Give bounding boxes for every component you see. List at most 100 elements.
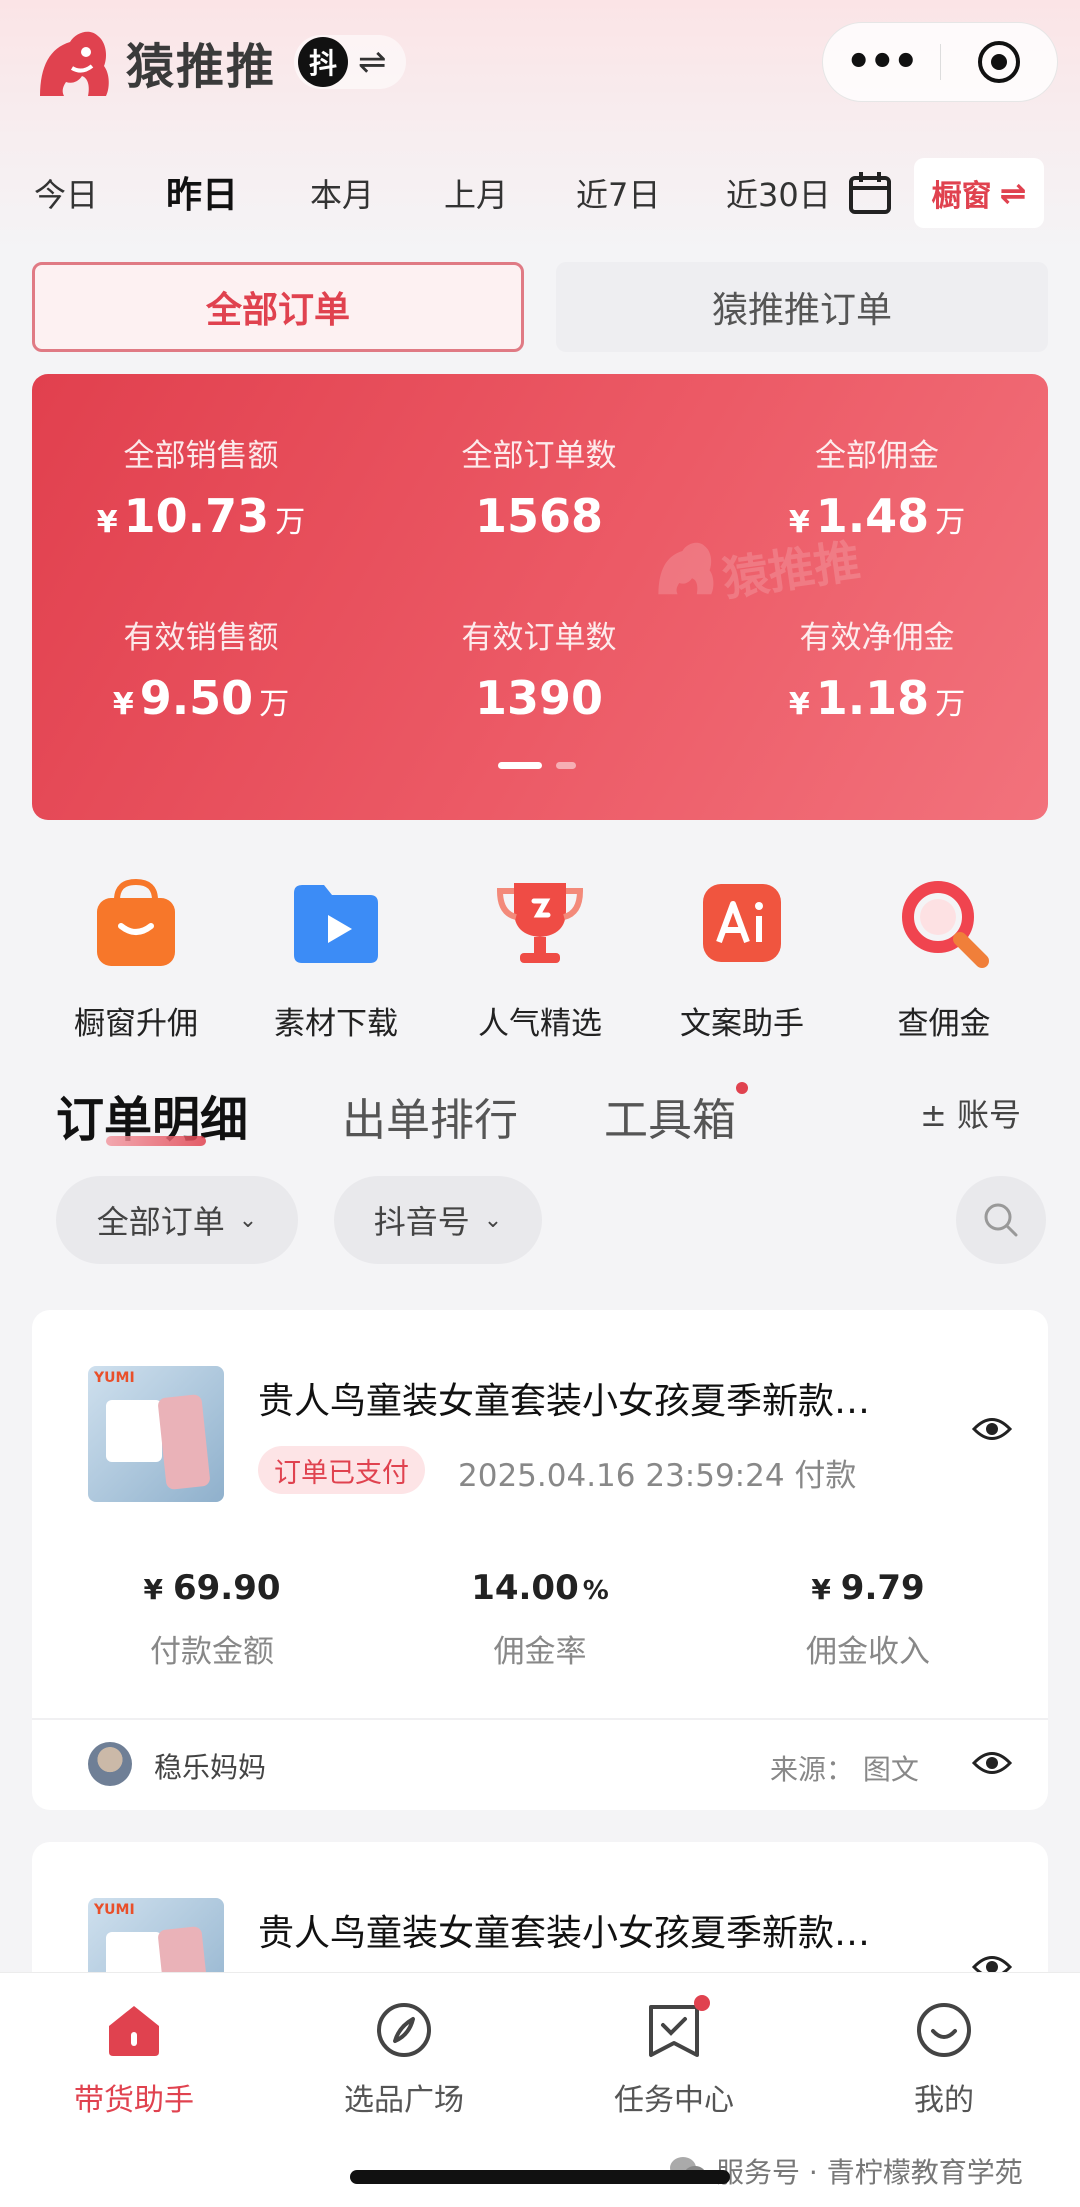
- page-indicator: [498, 762, 576, 769]
- product-title: 贵人鸟童装女童套装小女孩夏季新款…: [258, 1913, 871, 1954]
- metric-value: 14.00%: [471, 1568, 609, 1608]
- nav-label: 带货助手: [74, 2083, 194, 2118]
- calendar-icon[interactable]: [848, 170, 892, 216]
- stat-value: 1568: [474, 489, 604, 543]
- trophy-icon: [496, 883, 584, 963]
- date-tab-7days[interactable]: 近7日: [576, 170, 660, 216]
- date-tab-yesterday[interactable]: 昨日: [166, 166, 238, 218]
- tool-showcase-commission[interactable]: 橱窗升佣: [36, 870, 236, 1043]
- date-tab-this-month[interactable]: 本月: [310, 170, 374, 216]
- home-icon: [109, 2006, 159, 2056]
- more-menu-button[interactable]: •••: [823, 39, 940, 85]
- ai-icon: [703, 884, 781, 962]
- stat-label: 有效订单数: [461, 620, 617, 656]
- metric-label: 佣金收入: [806, 1634, 930, 1670]
- metric-value: ¥9.79: [811, 1568, 925, 1608]
- order-type-filter[interactable]: 全部订单 ⌄: [56, 1176, 298, 1264]
- nav-product-plaza[interactable]: 选品广场: [304, 1995, 504, 2119]
- stat-label: 全部销售额: [123, 438, 279, 474]
- eye-icon[interactable]: [972, 1748, 1012, 1778]
- stat-valid-sales: 有效销售额 ¥9.50 万: [32, 612, 370, 725]
- page-dot-active: [498, 762, 542, 769]
- tool-label: 文案助手: [680, 1006, 804, 1042]
- app-page: 猿推推 抖 ⇌ ••• 今日 昨日 本月 上月 近7日 近30日 橱窗 ⇌ 全部…: [0, 0, 1080, 2207]
- metric-commission-income: ¥9.79 佣金收入: [718, 1568, 1018, 1671]
- account-type-filter[interactable]: 抖音号 ⌄: [334, 1176, 542, 1264]
- stats-card[interactable]: 猿推推 全部销售额 ¥10.73 万 全部订单数 1568 全部佣金 ¥1.48 万…: [32, 374, 1048, 820]
- status-badge: 订单已支付: [258, 1446, 425, 1494]
- tab-all-orders[interactable]: 全部订单: [32, 262, 524, 352]
- metric-label: 付款金额: [150, 1634, 274, 1670]
- filter-label: 抖音号: [373, 1203, 470, 1241]
- order-source: 来源： 图文: [770, 1753, 919, 1786]
- stat-total-sales: 全部销售额 ¥10.73 万: [32, 430, 370, 543]
- nav-task-center[interactable]: 任务中心: [574, 1995, 774, 2119]
- tool-check-commission[interactable]: 查佣金: [844, 870, 1044, 1043]
- active-tab-underline: [106, 1136, 206, 1146]
- tool-material-download[interactable]: 素材下载: [236, 870, 436, 1043]
- compass-icon: [377, 2003, 431, 2057]
- watermark: 猿推推: [652, 534, 864, 606]
- search-button[interactable]: [956, 1176, 1046, 1264]
- tool-label: 橱窗升佣: [74, 1006, 198, 1042]
- nav-mine[interactable]: 我的: [844, 1995, 1044, 2119]
- chevron-down-icon: ⌄: [238, 1207, 258, 1233]
- avatar: [88, 1742, 132, 1786]
- product-brand-mark: YUMI: [94, 1902, 135, 1918]
- miniprogram-capsule: •••: [822, 22, 1058, 102]
- stat-total-commission: 全部佣金 ¥1.48 万: [708, 430, 1046, 543]
- stat-label: 全部订单数: [461, 438, 617, 474]
- date-tab-30days[interactable]: 近30日: [726, 170, 831, 216]
- gorilla-watermark-icon: [658, 542, 714, 595]
- tool-label: 查佣金: [897, 1006, 991, 1042]
- app-name: 猿推推: [126, 39, 277, 95]
- tab-order-ranking[interactable]: 出单排行: [342, 1084, 518, 1148]
- target-icon: [977, 41, 1020, 83]
- notification-dot: [694, 1995, 710, 2011]
- stat-value: 1390: [474, 671, 604, 725]
- shopping-bag-icon: [97, 878, 175, 966]
- stat-value: ¥1.48 万: [788, 489, 966, 543]
- tab-ytt-orders[interactable]: 猿推推订单: [556, 262, 1048, 352]
- nav-sales-assistant[interactable]: 带货助手: [34, 1995, 234, 2119]
- tab-toolbox[interactable]: 工具箱: [604, 1084, 736, 1148]
- product-title: 贵人鸟童装女童套装小女孩夏季新款…: [258, 1381, 871, 1422]
- task-icon: [649, 2005, 699, 2057]
- eye-icon[interactable]: [972, 1414, 1012, 1444]
- metric-label: 佣金率: [493, 1634, 587, 1670]
- nav-label: 我的: [914, 2083, 974, 2118]
- order-card[interactable]: YUMI 贵人鸟童装女童套装小女孩夏季新款… 订单已支付 2025.04.16 …: [32, 1310, 1048, 1810]
- product-brand-mark: YUMI: [94, 1370, 135, 1386]
- tool-label: 素材下载: [274, 1006, 398, 1042]
- order-type-tabs: 全部订单 猿推推订单: [32, 262, 1048, 354]
- product-thumbnail: YUMI: [88, 1366, 224, 1502]
- stat-value: ¥10.73 万: [96, 489, 306, 543]
- nav-label: 选品广场: [344, 2083, 464, 2118]
- footer-text: 服务号 · 青柠檬教育学苑: [716, 2156, 1023, 2189]
- nav-label: 任务中心: [614, 2083, 734, 2118]
- swap-icon: ⇌: [999, 174, 1027, 212]
- stat-label: 有效销售额: [123, 620, 279, 656]
- douyin-icon: 抖: [298, 37, 349, 87]
- date-tab-last-month[interactable]: 上月: [444, 170, 508, 216]
- account-filter-button[interactable]: ± 账号: [920, 1090, 1021, 1136]
- filters-bar: 全部订单 ⌄ 抖音号 ⌄: [0, 1176, 1080, 1266]
- platform-switcher[interactable]: 抖 ⇌: [294, 35, 407, 89]
- close-miniprogram-button[interactable]: [941, 39, 1058, 85]
- tool-copywriting-assistant[interactable]: 文案助手: [642, 870, 842, 1043]
- chevron-down-icon: ⌄: [483, 1207, 503, 1233]
- filter-label: 全部订单: [96, 1203, 225, 1241]
- date-tab-today[interactable]: 今日: [34, 170, 98, 216]
- payment-time: 2025.04.16 23:59:24 付款: [458, 1458, 857, 1494]
- page-dot: [556, 762, 576, 769]
- section-tabs: 订单明细 出单排行 工具箱 ± 账号: [0, 1080, 1080, 1160]
- stat-valid-net-commission: 有效净佣金 ¥1.18 万: [708, 612, 1046, 725]
- tool-popular-picks[interactable]: 人气精选: [440, 870, 640, 1043]
- metric-commission-rate: 14.00% 佣金率: [390, 1568, 690, 1671]
- home-indicator[interactable]: [350, 2170, 730, 2184]
- showcase-label: 橱窗: [931, 179, 992, 214]
- smile-icon: [917, 2003, 971, 2057]
- showcase-switch-button[interactable]: 橱窗 ⇌: [914, 158, 1044, 228]
- quick-tools: 橱窗升佣 素材下载 人气精选 文案助手 查佣金: [0, 870, 1080, 1050]
- metric-payment-amount: ¥69.90 付款金额: [62, 1568, 362, 1671]
